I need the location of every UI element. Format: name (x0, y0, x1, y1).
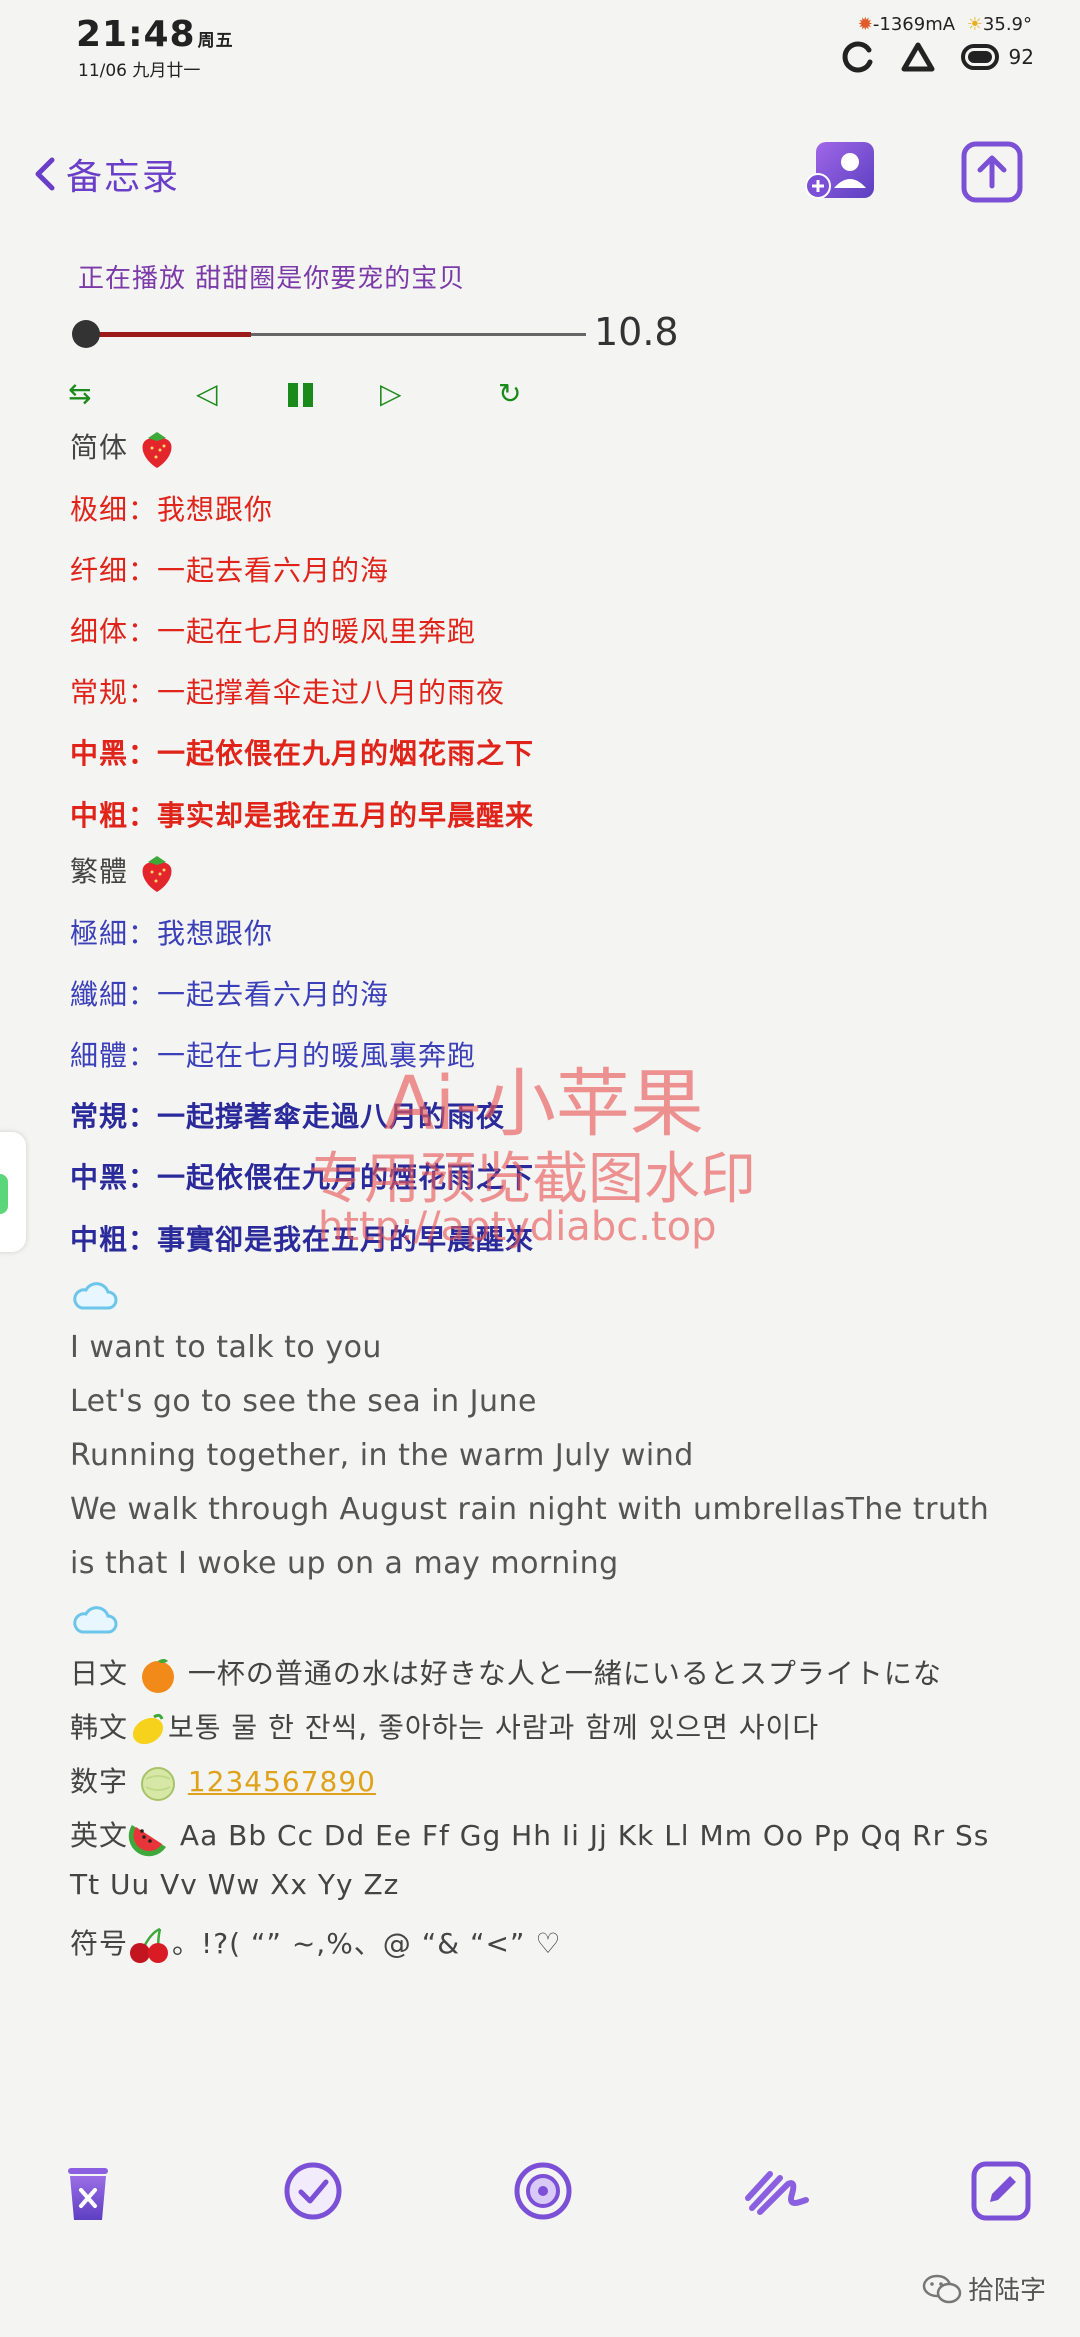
sun-icon: ☀ (966, 14, 983, 35)
next-icon[interactable]: ▷ (380, 376, 402, 412)
side-drawer-indicator (0, 1174, 8, 1214)
watermelon-icon (128, 1825, 167, 1857)
status-date: 11/06 九月廿一 (78, 61, 201, 81)
simplified-line: 中黑：一起依偎在九月的烟花雨之下 (70, 737, 535, 770)
korean-label: 韩文 (70, 1711, 129, 1744)
simplified-line: 纤细：一起去看六月的海 (70, 554, 390, 587)
digits-link[interactable]: 1234567890 (188, 1765, 376, 1798)
target-icon (514, 2162, 572, 2220)
cherry-icon (130, 1927, 169, 1963)
strawberry-icon (142, 432, 172, 468)
orange-icon (141, 1659, 174, 1693)
status-icons: 92 (841, 40, 1034, 74)
triangle-icon (901, 42, 935, 72)
traditional-heading: 繁體 (70, 850, 176, 894)
watermark-subtitle: 专用预览截图水印 (308, 1147, 756, 1212)
footer-brand: 拾陆字 (922, 2270, 1046, 2307)
english-alphabet-1: Aa Bb Cc Dd Ee Ff Gg Hh Ii Jj Kk Ll Mm O… (179, 1819, 990, 1852)
english-line: is that I woke up on a may morning (70, 1546, 619, 1581)
digits-label: 数字 (70, 1765, 129, 1798)
traditional-line: 極細：我想跟你 (70, 917, 274, 950)
chevron-left-icon (35, 157, 55, 191)
japanese-label: 日文 (70, 1657, 129, 1690)
symbols-sample: 符号 。!?( “” ~,%、@ “& “<” ♡ (70, 1922, 561, 1965)
simplified-line: 常规：一起撑着伞走过八月的雨夜 (70, 676, 506, 709)
watermark-url: http://aptydiabc.top (318, 1204, 717, 1250)
simplified-line: 中粗：事实却是我在五月的早晨醒来 (70, 799, 535, 832)
edit-button[interactable] (970, 2160, 1031, 2221)
sync-icon (842, 41, 873, 73)
previous-icon[interactable]: ◁ (196, 376, 218, 412)
sun-burst-icon: ✹ (857, 14, 873, 35)
complete-button[interactable] (282, 2160, 342, 2220)
share-button[interactable] (960, 140, 1024, 204)
current-readout: -1369mA (872, 14, 956, 35)
wechat-icon (922, 2274, 962, 2303)
simplified-heading-label: 简体 (70, 431, 129, 464)
digits-sample: 数字 1234567890 (70, 1760, 376, 1803)
strawberry-icon (142, 856, 172, 892)
cloud-icon (70, 1278, 118, 1319)
track-time: 10.8 (594, 310, 679, 354)
status-readouts: ✹-1369mA ☀35.9° (858, 14, 1032, 35)
korean-sample: 韩文 보통 물 한 잔씩, 좋아하는 사람과 함께 있으면 사이다 (70, 1706, 819, 1749)
english-line: Running together, in the warm July wind (70, 1438, 694, 1473)
english-label: 英文 (70, 1819, 129, 1852)
english-line: I want to talk to you (70, 1330, 382, 1365)
upload-icon (961, 141, 1023, 203)
handwriting-button[interactable] (742, 2160, 809, 2220)
battery-level: 92 (1008, 45, 1034, 69)
cloud-icon (70, 1602, 118, 1643)
edit-icon (971, 2161, 1031, 2221)
scribble-icon (745, 2171, 809, 2215)
now-playing-text: 正在播放 甜甜圈是你要宠的宝贝 (78, 264, 466, 294)
english-line: We walk through August rain night with u… (70, 1492, 990, 1527)
target-button[interactable] (512, 2160, 572, 2220)
replay-icon[interactable]: ↻ (498, 376, 521, 412)
progress-knob[interactable] (72, 320, 100, 348)
back-label: 备忘录 (66, 157, 181, 198)
battery-icon (960, 44, 999, 70)
simplified-line: 细体：一起在七月的暖风里奔跑 (70, 615, 477, 648)
delete-button[interactable] (58, 2160, 118, 2220)
simplified-line: 极细：我想跟你 (70, 493, 274, 526)
trash-icon (68, 2168, 108, 2220)
footer-brand-label: 拾陆字 (967, 2276, 1046, 2306)
side-drawer-handle[interactable] (0, 1132, 26, 1252)
weekday: 周五 (197, 31, 234, 51)
repeat-icon[interactable]: ⇆ (68, 376, 91, 412)
clock-time: 21:48 (76, 14, 196, 55)
lemon-icon (132, 1713, 164, 1745)
korean-text: 보통 물 한 잔씩, 좋아하는 사람과 함께 있으면 사이다 (168, 1711, 820, 1744)
add-user-icon (805, 142, 874, 199)
traditional-heading-label: 繁體 (70, 855, 129, 888)
check-circle-icon (284, 2162, 342, 2220)
back-button[interactable]: 备忘录 (32, 148, 180, 200)
symbols-label: 符号 (70, 1927, 129, 1960)
simplified-heading: 简体 (70, 426, 176, 470)
temperature-readout: 35.9° (982, 14, 1032, 35)
symbols-text: 。!?( “” ~,%、@ “& “<” ♡ (172, 1927, 562, 1960)
progress-slider[interactable] (72, 320, 586, 348)
status-time: 21:48 周五 (76, 14, 234, 55)
english-alphabet-2: Tt Uu Vv Ww Xx Yy Zz (70, 1868, 400, 1901)
english-line: Let's go to see the sea in June (70, 1384, 537, 1419)
japanese-sample: 日文 一杯の普通の水は好きな人と一緒にいるとスプライトにな (70, 1652, 942, 1695)
traditional-line: 纖細：一起去看六月的海 (70, 978, 390, 1011)
english-sample: 英文 Aa Bb Cc Dd Ee Ff Gg Hh Ii Jj Kk Ll M… (70, 1814, 989, 1857)
add-contact-button[interactable] (805, 140, 874, 204)
melon-icon (140, 1767, 175, 1801)
progress-fill (86, 332, 251, 337)
pause-icon[interactable] (286, 376, 316, 412)
japanese-text: 一杯の普通の水は好きな人と一緒にいるとスプライトにな (187, 1657, 942, 1690)
